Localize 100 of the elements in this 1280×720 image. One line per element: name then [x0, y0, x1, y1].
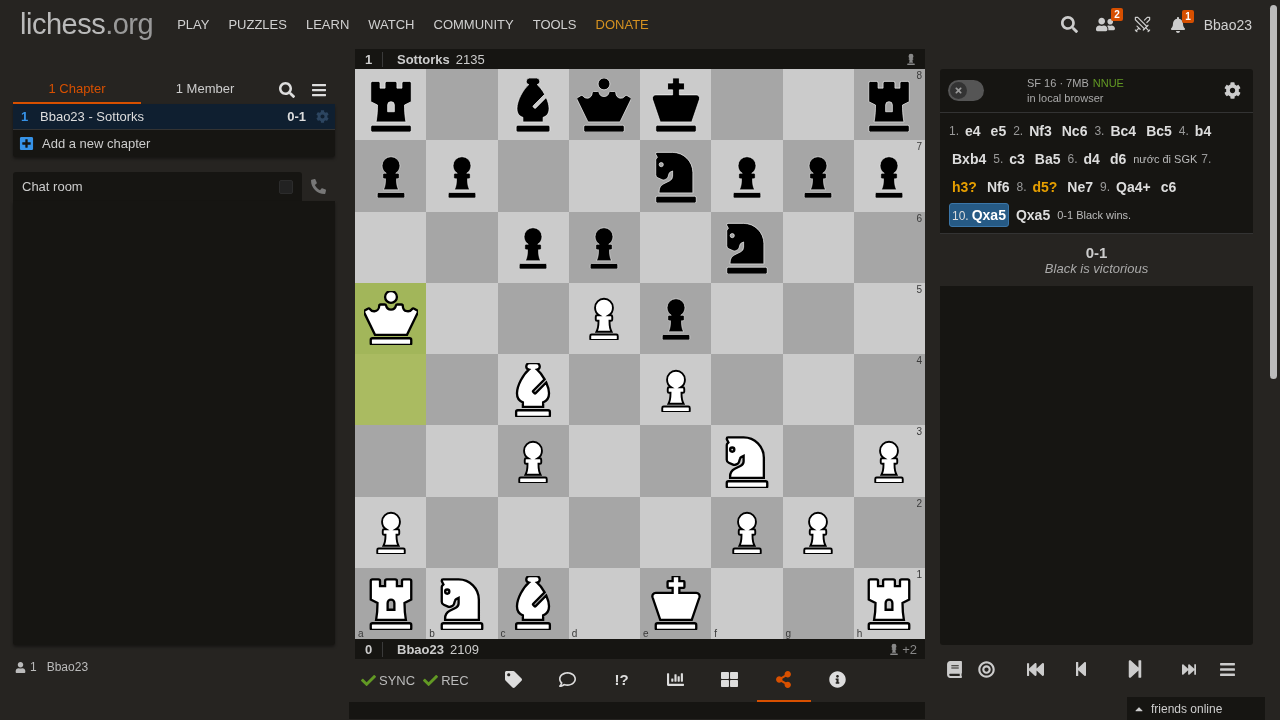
board-square[interactable]: [711, 140, 783, 212]
board-square[interactable]: [568, 211, 640, 283]
bell-icon[interactable]: [1169, 16, 1186, 33]
chess-board[interactable]: 8 7 6 5 4 3 2 a b c d e f g 1 h: [355, 69, 925, 639]
chat-checkbox[interactable]: [279, 179, 293, 194]
board-square[interactable]: 4: [853, 354, 925, 426]
move[interactable]: Ba5: [1031, 147, 1064, 171]
board-square[interactable]: f: [711, 567, 783, 639]
board-square[interactable]: [497, 211, 569, 283]
member-name[interactable]: Bbao23: [46, 660, 89, 674]
board-square[interactable]: 2: [853, 496, 925, 568]
board-square[interactable]: [355, 496, 427, 568]
sync-toggle[interactable]: SYNC: [357, 673, 420, 688]
board-square[interactable]: [711, 425, 783, 497]
friends-icon[interactable]: [1095, 15, 1115, 34]
study-tab[interactable]: 1 Member: [141, 75, 269, 104]
board-square[interactable]: [497, 354, 569, 426]
board-square[interactable]: [355, 140, 427, 212]
move[interactable]: d4: [1080, 147, 1103, 171]
move[interactable]: c3: [1006, 147, 1028, 171]
move[interactable]: Nc6: [1058, 119, 1091, 143]
nav-link[interactable]: WATCH: [368, 17, 415, 32]
board-square[interactable]: a: [355, 567, 427, 639]
crossed-swords-icon[interactable]: [1132, 15, 1152, 34]
record-toggle[interactable]: REC: [419, 673, 473, 688]
board-square[interactable]: d: [568, 567, 640, 639]
chapter-number: 1: [21, 109, 30, 124]
board-square[interactable]: 6: [853, 211, 925, 283]
chat-title: Chat room: [22, 179, 83, 194]
file-label: g: [785, 628, 792, 639]
nav-link[interactable]: TOOLS: [532, 17, 577, 32]
board-square[interactable]: [640, 69, 712, 141]
move[interactable]: Nf6: [983, 175, 1013, 199]
friends-online-button[interactable]: friends online: [1127, 697, 1265, 720]
move[interactable]: d6: [1106, 147, 1130, 171]
chapter-row[interactable]: 1 Bbao23 - Sottorks 0-1: [13, 104, 335, 130]
board-square[interactable]: [711, 496, 783, 568]
move[interactable]: 10. Qxa5: [949, 203, 1009, 227]
username-link[interactable]: Bbao23: [1203, 16, 1252, 33]
board-square[interactable]: 1 h: [853, 567, 925, 639]
move[interactable]: Bxb4: [949, 147, 990, 171]
phone-icon[interactable]: [311, 179, 326, 194]
board-square[interactable]: 5: [853, 282, 925, 354]
board-square[interactable]: [568, 69, 640, 141]
move[interactable]: Bc4: [1107, 119, 1140, 143]
move[interactable]: c6: [1157, 175, 1180, 199]
annotation-tab[interactable]: !?: [594, 659, 649, 702]
share-icon: [775, 671, 793, 688]
highlighted-square[interactable]: [355, 282, 427, 354]
settings-icon[interactable]: [1224, 82, 1241, 99]
move[interactable]: Ne7: [1064, 175, 1097, 199]
board-square[interactable]: 7: [853, 140, 925, 212]
move[interactable]: Nf3: [1026, 119, 1055, 143]
board-square[interactable]: [497, 69, 569, 141]
move[interactable]: Qxa5: [1012, 203, 1054, 227]
search-icon[interactable]: [279, 81, 295, 98]
board-square[interactable]: b: [426, 567, 498, 639]
board-square[interactable]: [711, 211, 783, 283]
rank-label: 2: [916, 497, 922, 509]
move[interactable]: Qa4+: [1113, 175, 1154, 199]
move-comment: 0-1 Black wins.: [1057, 209, 1132, 221]
board-square[interactable]: [782, 140, 854, 212]
board-square[interactable]: [640, 140, 712, 212]
board-square[interactable]: [782, 496, 854, 568]
board-square[interactable]: [568, 282, 640, 354]
move[interactable]: b4: [1191, 119, 1215, 143]
king-icon[interactable]: [648, 576, 703, 631]
board-square[interactable]: c: [497, 567, 569, 639]
engine-toggle[interactable]: [948, 80, 984, 101]
nav-link[interactable]: PLAY: [177, 17, 210, 32]
nav-link[interactable]: PUZZLES: [228, 17, 287, 32]
move-comment: nước đi SGK: [1133, 153, 1198, 165]
nav-link[interactable]: DONATE: [595, 17, 649, 32]
first-move-icon: [1026, 660, 1044, 678]
board-square[interactable]: [497, 425, 569, 497]
board-square[interactable]: 8: [853, 69, 925, 141]
board-square[interactable]: 3: [853, 425, 925, 497]
nav-link[interactable]: COMMUNITY: [433, 17, 514, 32]
board-square[interactable]: [640, 354, 712, 426]
scrollbar[interactable]: [1270, 5, 1277, 379]
board-square[interactable]: g: [782, 567, 854, 639]
nav-link[interactable]: LEARN: [305, 17, 350, 32]
search-icon[interactable]: [1060, 16, 1078, 33]
move[interactable]: e4: [962, 119, 984, 143]
queen-icon[interactable]: [363, 291, 418, 346]
move[interactable]: Bc5: [1143, 119, 1175, 143]
player-name[interactable]: Bbao23: [397, 641, 444, 657]
board-square[interactable]: [426, 140, 498, 212]
add-chapter-button[interactable]: Add a new chapter: [13, 130, 335, 157]
move[interactable]: e5: [987, 119, 1010, 143]
player-name[interactable]: Sottorks: [397, 51, 450, 67]
site-logo[interactable]: lichess.org: [20, 8, 154, 41]
board-square[interactable]: [355, 69, 427, 141]
board-square[interactable]: e: [640, 567, 712, 639]
move[interactable]: h3?: [949, 175, 980, 199]
board-square[interactable]: [640, 282, 712, 354]
chat-tab[interactable]: Chat room: [13, 172, 302, 201]
move-number: 8.: [1016, 180, 1027, 194]
move[interactable]: d5?: [1029, 175, 1061, 199]
menu-icon[interactable]: [311, 81, 327, 98]
